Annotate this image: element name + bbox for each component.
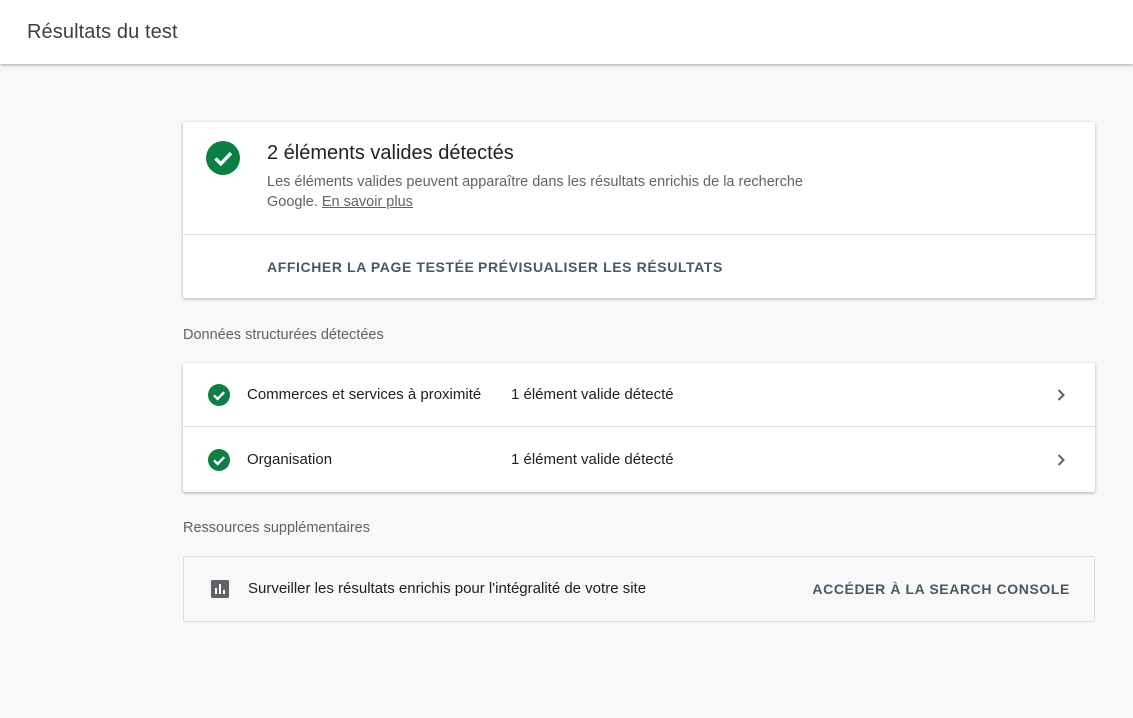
- learn-more-link[interactable]: En savoir plus: [322, 194, 413, 210]
- list-item-name: Commerces et services à proximité: [247, 386, 482, 403]
- list-item[interactable]: Organisation 1 élément valide détecté: [183, 428, 1095, 492]
- list-item[interactable]: Commerces et services à proximité 1 élém…: [183, 363, 1095, 427]
- chevron-right-icon[interactable]: [1051, 385, 1071, 405]
- chevron-right-icon[interactable]: [1051, 450, 1071, 470]
- top-app-bar: Résultats du test: [0, 0, 1133, 64]
- summary-card: 2 éléments valides détectés Les éléments…: [183, 122, 1095, 298]
- page-title: Résultats du test: [27, 21, 178, 43]
- list-item-status: 1 élément valide détecté: [511, 386, 674, 403]
- preview-results-button[interactable]: PRÉVISUALISER LES RÉSULTATS: [478, 259, 723, 275]
- open-search-console-button[interactable]: ACCÉDER À LA SEARCH CONSOLE: [812, 581, 1070, 597]
- list-item-name: Organisation: [247, 451, 333, 468]
- view-tested-page-button[interactable]: AFFICHER LA PAGE TESTÉE: [267, 259, 474, 275]
- summary-title: 2 éléments valides détectés: [267, 142, 514, 164]
- bar-chart-icon: [211, 580, 229, 598]
- resources-heading: Ressources supplémentaires: [183, 520, 370, 536]
- check-circle-icon: [208, 384, 230, 406]
- structured-data-list: Commerces et services à proximité 1 élém…: [183, 363, 1095, 492]
- list-item-status: 1 élément valide détecté: [511, 451, 674, 468]
- check-circle-icon: [206, 141, 240, 175]
- divider: [183, 234, 1095, 235]
- resource-description: Surveiller les résultats enrichis pour l…: [248, 580, 647, 597]
- summary-description: Les éléments valides peuvent apparaître …: [267, 172, 847, 212]
- check-circle-icon: [208, 449, 230, 471]
- structured-data-heading: Données structurées détectées: [183, 327, 384, 343]
- resource-card: Surveiller les résultats enrichis pour l…: [183, 556, 1095, 622]
